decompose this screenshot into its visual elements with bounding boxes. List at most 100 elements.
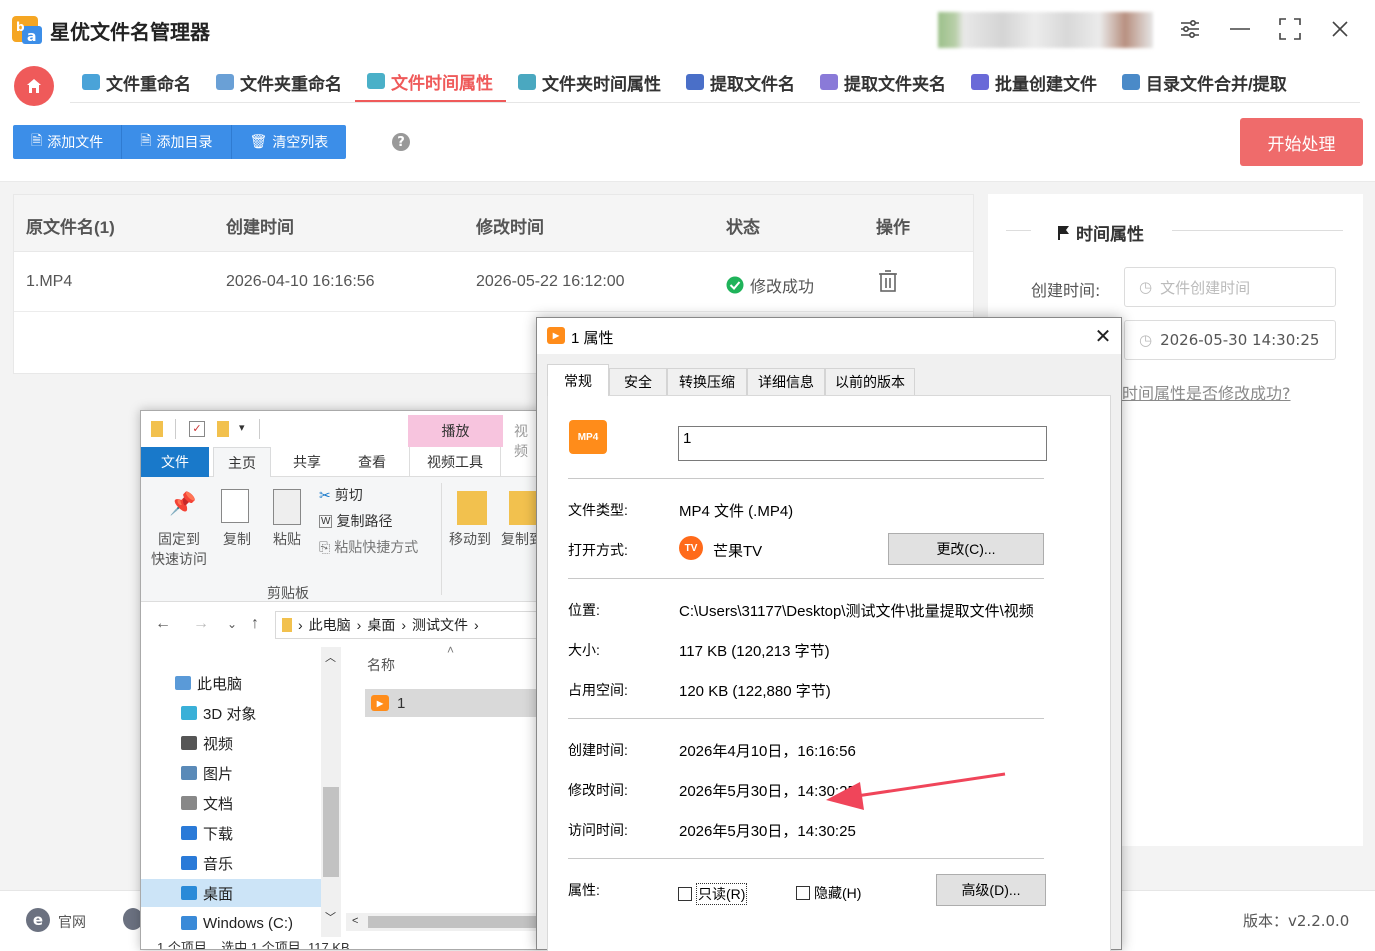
nav-tab-2[interactable]: 文件时间属性 [355,62,506,102]
tab-file[interactable]: 文件 [141,447,209,477]
tab-general[interactable]: 常规 [547,364,609,396]
recent-dropdown-icon[interactable]: ⌄ [227,617,237,631]
nav-scrollbar[interactable]: ︿ ﹀ [321,647,341,937]
nav-pane-item[interactable]: 3D 对象 [141,699,321,727]
accessed-value: 2026年5月30日，14:30:25 [679,823,856,840]
copy-to-button[interactable]: 复制到 [497,529,539,549]
file-list-item[interactable]: ▶ 1 [365,689,539,717]
add-file-button[interactable]: 🗎 添加文件 [13,125,123,159]
col-header-modified[interactable]: 修改时间 [476,213,544,238]
official-site-link[interactable]: 官网 [58,912,86,932]
scroll-thumb[interactable] [323,787,339,877]
change-app-button[interactable]: 更改(C)... [888,533,1044,565]
properties-check-icon[interactable]: ✓ [189,421,205,437]
clear-list-button[interactable]: 🗑 清空列表 [232,125,347,159]
nav-tab-0[interactable]: 文件重命名 [70,62,204,102]
delete-row-button[interactable] [878,269,898,298]
cell-filename: 1.MP4 [26,273,73,290]
tab-video-tools[interactable]: 视频工具 [409,447,501,477]
attributes-label: 属性: [568,882,600,898]
checkbox-box[interactable] [796,886,810,900]
nav-pane-item[interactable]: 此电脑 [141,669,321,697]
play-context-tab[interactable]: 播放 [408,415,503,447]
tab-details[interactable]: 详细信息 [747,368,825,395]
up-arrow-icon[interactable]: ↑ [251,615,259,633]
nav-pane-item[interactable]: 文档 [141,789,321,817]
new-folder-icon[interactable] [217,421,229,437]
location-value: C:\Users\31177\Desktop\测试文件\批量提取文件\视频 [679,603,1034,620]
tab-previous-versions[interactable]: 以前的版本 [825,368,915,395]
advanced-button[interactable]: 高级(D)... [936,874,1046,906]
opens-with-label: 打开方式: [568,542,628,558]
nav-pane-item[interactable]: 桌面 [141,879,321,907]
name-column-header[interactable]: 名称 [367,655,395,675]
breadcrumb-this-pc[interactable]: 此电脑 [309,615,351,635]
modified-time-input[interactable]: ◷ 2026-05-30 14:30:25 [1124,320,1336,360]
nav-pane-item[interactable]: 图片 [141,759,321,787]
rename-icon [82,74,100,90]
tab-security[interactable]: 安全 [609,368,667,395]
tab-view[interactable]: 查看 [346,447,398,477]
tab-share[interactable]: 共享 [281,447,333,477]
breadcrumb-desktop[interactable]: 桌面 [367,615,395,635]
nav-pane-item[interactable]: 下载 [141,819,321,847]
add-directory-button[interactable]: 🗎 添加目录 [122,125,232,159]
tab-home[interactable]: 主页 [213,447,271,477]
dialog-close-icon[interactable]: ✕ [1089,322,1117,350]
breadcrumb-test-folder[interactable]: 测试文件 [412,615,468,635]
col-header-name[interactable]: 原文件名(1) [26,213,115,238]
paste-shortcut-button[interactable]: ⎘ 粘贴快捷方式 [319,537,418,557]
check-success-link[interactable]: 时间属性是否修改成功? [1122,380,1291,404]
close-icon[interactable] [1325,14,1355,44]
add-file-label: 添加文件 [47,135,104,151]
folder-icon[interactable] [151,421,163,437]
maximize-icon[interactable] [1275,14,1305,44]
checkbox-box[interactable] [678,887,692,901]
h-scroll-thumb[interactable] [368,916,538,928]
document-icon: 🗎 [31,133,43,149]
scroll-left-icon[interactable]: < [352,915,358,927]
pin-quick-access-button[interactable]: 固定到 快速访问 [149,529,209,569]
cut-button[interactable]: ✂ 剪切 [319,485,363,505]
settings-sliders-icon[interactable] [1175,14,1205,44]
readonly-checkbox[interactable]: 只读(R) [678,883,748,905]
nav-pane-item[interactable]: 音乐 [141,849,321,877]
pin-label-line2: 快速访问 [151,551,207,567]
created-time-input[interactable]: ◷ 文件创建时间 [1124,267,1336,307]
scroll-down-icon[interactable]: ﹀ [325,909,336,925]
help-icon[interactable]: ? [392,133,410,151]
nav-tab-label: 文件夹时间属性 [542,74,661,94]
pictures-icon [181,766,197,780]
nav-tab-5[interactable]: 提取文件夹名 [808,62,959,102]
minimize-icon[interactable] [1225,14,1255,44]
nav-tab-4[interactable]: 提取文件名 [674,62,808,102]
horizontal-scrollbar[interactable]: < [346,913,539,931]
scroll-up-icon[interactable]: ︿ [325,649,336,665]
back-arrow-icon[interactable]: ← [155,615,171,633]
file-explorer-window: ✓ ▾ 播放 视频 文件 主页 共享 查看 视频工具 📌 固定到 快速访问 复制… [140,410,540,950]
nav-tab-3[interactable]: 文件夹时间属性 [506,62,674,102]
success-check-icon [726,276,744,294]
filename-input[interactable]: 1 [678,426,1047,461]
nav-pane-item[interactable]: Windows (C:) [141,909,321,937]
col-header-created[interactable]: 创建时间 [226,213,294,238]
nav-pane-item[interactable]: 视频 [141,729,321,757]
nav-tab-7[interactable]: 目录文件合并/提取 [1110,62,1300,102]
copy-button[interactable]: 复制 [217,529,257,549]
copy-path-button[interactable]: W 复制路径 [319,511,392,531]
forward-arrow-icon[interactable]: → [193,615,209,633]
nav-tab-1[interactable]: 文件夹重命名 [204,62,355,102]
nav-tab-6[interactable]: 批量创建文件 [959,62,1110,102]
col-header-actions[interactable]: 操作 [876,213,910,238]
qat-dropdown-icon[interactable]: ▾ [239,421,245,434]
home-button[interactable] [14,66,54,106]
col-header-status[interactable]: 状态 [726,213,760,238]
paste-button[interactable]: 粘贴 [267,529,307,549]
start-processing-button[interactable]: 开始处理 [1240,118,1363,166]
address-breadcrumb[interactable]: › 此电脑 › 桌面 › 测试文件 › [275,611,539,639]
move-to-button[interactable]: 移动到 [445,529,495,549]
user-profile-blurred[interactable] [938,12,1153,48]
tab-convert-compress[interactable]: 转换压缩 [667,368,747,395]
hidden-checkbox[interactable]: 隐藏(H) [796,883,861,903]
ie-icon[interactable]: e [26,908,50,932]
